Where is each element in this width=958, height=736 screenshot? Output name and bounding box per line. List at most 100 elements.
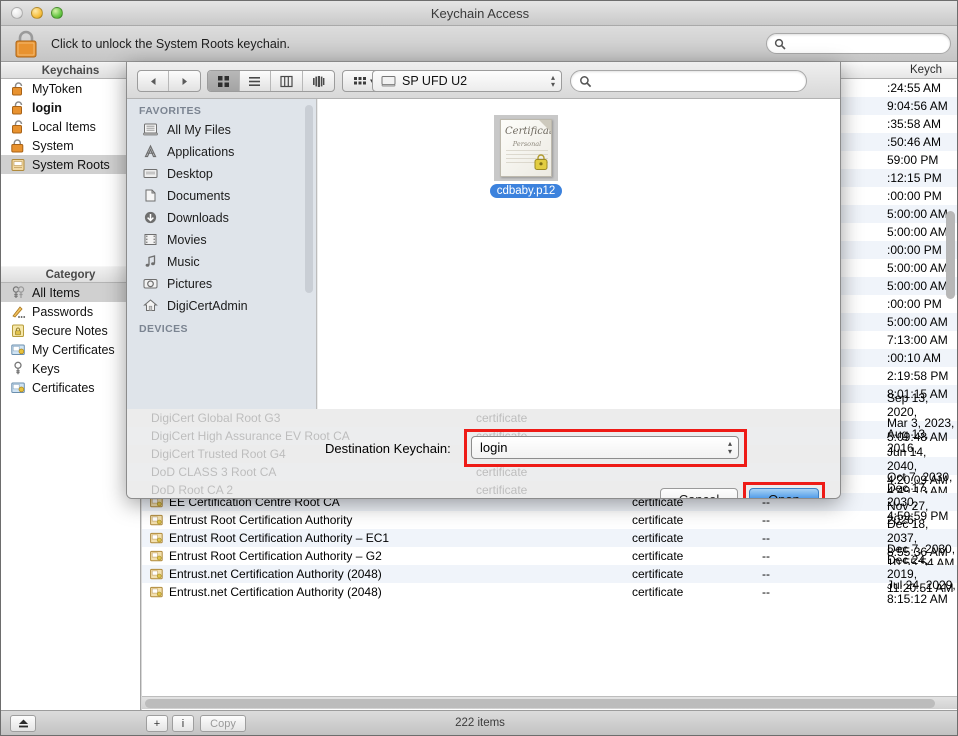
table-row[interactable]: Entrust Root Certification Authority – G… — [142, 547, 957, 565]
sidebar-item-my-certificates[interactable]: My Certificates — [1, 340, 140, 359]
finder-item-home[interactable]: DigiCertAdmin — [127, 295, 316, 317]
table-row[interactable]: Entrust.net Certification Authority (204… — [142, 565, 957, 583]
forward-button[interactable] — [169, 71, 200, 91]
padlock-icon[interactable] — [13, 29, 39, 59]
horizontal-scrollbar[interactable] — [142, 696, 957, 709]
table-row[interactable]: Entrust Root Certification Authority – E… — [142, 529, 957, 547]
title-bar: Keychain Access — [1, 1, 958, 26]
finder-item-label: Pictures — [167, 277, 212, 291]
sheet-search-input[interactable] — [570, 70, 807, 92]
finder-item-downloads[interactable]: Downloads — [127, 207, 316, 229]
sidebar-item-keys[interactable]: Keys — [1, 359, 140, 378]
applications-icon — [142, 144, 161, 160]
search-icon — [774, 38, 786, 50]
navigation-segmented-control[interactable] — [137, 70, 201, 92]
cell-date: 5:00:00 AM — [887, 279, 948, 293]
view-mode-segmented-control[interactable] — [207, 70, 335, 92]
sidebar-item-local-items[interactable]: Local Items — [1, 117, 140, 136]
all-my-files-icon — [142, 122, 161, 138]
disk-icon — [381, 75, 396, 87]
sidebar-item-passwords[interactable]: Passwords — [1, 302, 140, 321]
open-file-sheet: SP UFD U2 ▴▾ FAVORITES — [126, 62, 841, 499]
background-row-name: DigiCert Trusted Root G4 — [151, 447, 286, 461]
finder-sidebar-scrollbar[interactable] — [305, 105, 313, 293]
favorites-header: FAVORITES — [127, 99, 316, 119]
sidebar-item-secure-notes[interactable]: Secure Notes — [1, 321, 140, 340]
sidebar-item-system[interactable]: System — [1, 136, 140, 155]
sidebar-item-label: login — [32, 101, 62, 115]
cell-date: 2:19:58 PM — [887, 369, 948, 383]
finder-item-documents[interactable]: Documents — [127, 185, 316, 207]
cell-date: :00:00 PM — [887, 243, 942, 257]
search-input[interactable] — [766, 33, 951, 54]
back-button[interactable] — [138, 71, 169, 91]
sidebar-item-system-roots[interactable]: System Roots — [1, 155, 140, 174]
sidebar-item-label: Local Items — [32, 120, 96, 134]
keychain-access-window: Keychain Access Click to unlock the Syst… — [0, 0, 958, 736]
cancel-button[interactable]: Cancel — [660, 488, 738, 499]
table-row[interactable]: Entrust.net Certification Authority (204… — [142, 583, 957, 601]
sidebar-item-all-items[interactable]: All Items — [1, 283, 140, 302]
sidebar-item-label: Passwords — [32, 305, 93, 319]
location-label: SP UFD U2 — [402, 74, 467, 88]
sidebar-item-certificates[interactable]: Certificates — [1, 378, 140, 397]
finder-item-desktop[interactable]: Desktop — [127, 163, 316, 185]
sidebar-item-mytoken[interactable]: MyToken — [1, 79, 140, 98]
finder-item-all-my-files[interactable]: All My Files — [127, 119, 316, 141]
cell-expires: -- — [762, 513, 770, 527]
background-row-name: DigiCert Global Root G3 — [151, 411, 280, 425]
certificate-icon — [150, 532, 163, 545]
open-button[interactable]: Open — [749, 488, 819, 499]
icon-view-button[interactable] — [208, 71, 240, 91]
finder-item-label: Music — [167, 255, 200, 269]
system-roots-icon — [10, 157, 27, 172]
finder-item-applications[interactable]: Applications — [127, 141, 316, 163]
cell-date: :00:00 PM — [887, 189, 942, 203]
keychains-header: Keychains — [1, 62, 140, 79]
horizontal-scrollbar-thumb[interactable] — [145, 699, 935, 708]
sidebar-item-login[interactable]: login — [1, 98, 140, 117]
cell-kind: certificate — [632, 531, 683, 545]
location-popup-button[interactable]: SP UFD U2 ▴▾ — [372, 70, 562, 92]
file-item-cdbaby[interactable]: Certificate Personal cdbaby — [483, 115, 569, 198]
documents-icon — [142, 188, 161, 204]
file-name-label: cdbaby.p12 — [490, 184, 563, 198]
cell-name: Entrust.net Certification Authority (204… — [150, 567, 382, 581]
vertical-scrollbar[interactable] — [946, 81, 955, 691]
home-icon — [142, 298, 161, 314]
certificate-icon — [150, 550, 163, 563]
sheet-bottom-panel: DigiCert Global Root G3 certificate DigiCe… — [127, 409, 841, 499]
all-items-icon — [10, 285, 27, 300]
cell-date: :35:58 AM — [887, 117, 941, 131]
column-header-keychain[interactable]: Keych — [904, 62, 957, 79]
background-row-name: DoD CLASS 3 Root CA — [151, 465, 276, 479]
finder-item-pictures[interactable]: Pictures — [127, 273, 316, 295]
downloads-icon — [142, 210, 161, 226]
coverflow-view-button[interactable] — [303, 71, 334, 91]
destination-keychain-popup[interactable]: login ▴▾ — [471, 436, 739, 459]
finder-item-music[interactable]: Music — [127, 251, 316, 273]
finder-item-label: Documents — [167, 189, 230, 203]
list-view-button[interactable] — [240, 71, 272, 91]
keychain-sidebar: Keychains MyToken login — [1, 62, 141, 712]
cell-name-text: Entrust Root Certification Authority — [169, 513, 352, 527]
destination-keychain-label: Destination Keychain: — [325, 441, 451, 456]
background-row-name: DigiCert High Assurance EV Root CA — [151, 429, 350, 443]
table-row[interactable]: Entrust Root Certification Authority cert… — [142, 511, 957, 529]
music-icon — [142, 254, 161, 270]
cell-kind: certificate — [632, 513, 683, 527]
cell-date: 5:00:00 AM — [887, 225, 948, 239]
vertical-scrollbar-thumb[interactable] — [946, 211, 955, 299]
unlock-bar: Click to unlock the System Roots keychai… — [1, 26, 958, 62]
my-certificate-icon — [10, 342, 27, 357]
sidebar-spacer — [1, 174, 140, 266]
keychain-unlocked-icon — [10, 100, 27, 115]
finder-item-movies[interactable]: Movies — [127, 229, 316, 251]
cell-date: :50:46 AM — [887, 135, 941, 149]
finder-sidebar: FAVORITES All My Files — [127, 99, 317, 409]
cell-date: 5:00:00 AM — [887, 315, 948, 329]
column-view-button[interactable] — [271, 71, 303, 91]
background-row-kind: certificate — [476, 411, 527, 425]
sidebar-item-label: Secure Notes — [32, 324, 108, 338]
background-row: DoD CLASS 3 Root CAcertificate — [127, 463, 841, 481]
